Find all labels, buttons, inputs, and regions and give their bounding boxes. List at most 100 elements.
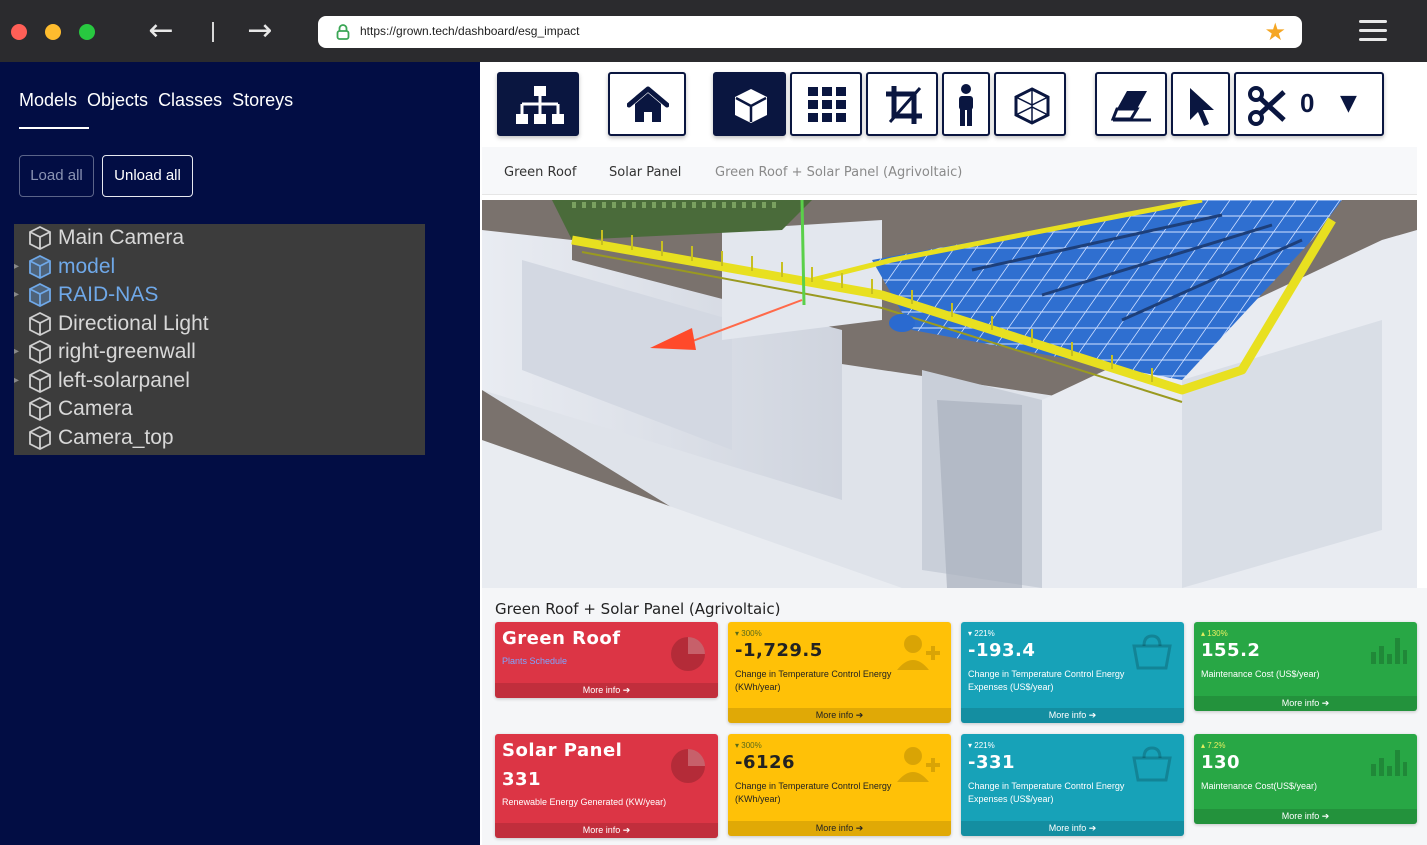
energy-expense-card: ▾ 221% -331 Change in Temperature Contro…	[961, 734, 1184, 836]
select-button[interactable]	[1171, 72, 1230, 136]
bookmark-star-icon[interactable]: ★	[1264, 18, 1286, 46]
tab-classes[interactable]: Classes	[158, 90, 222, 111]
card-title: Green Roof	[502, 628, 621, 649]
tree-item[interactable]: Camera_top	[14, 424, 425, 452]
more-info-link[interactable]: More info ➔	[728, 821, 951, 836]
more-info-link[interactable]: More info ➔	[961, 821, 1184, 836]
crop-button[interactable]	[866, 72, 938, 136]
tree-item-label: left-solarpanel	[58, 368, 190, 392]
percent-badge: ▾ 300%	[735, 629, 762, 638]
minimize-window-button[interactable]	[45, 24, 61, 40]
shopping-bag-icon	[1132, 634, 1172, 670]
card-description: Change in Temperature Control Energy Exp…	[968, 781, 1125, 804]
crop-icon	[886, 86, 922, 124]
unload-all-button[interactable]: Unload all	[102, 155, 193, 197]
energy-change-card: ▾ 300% -6126 Change in Temperature Contr…	[728, 734, 951, 836]
pie-chart-icon	[671, 749, 705, 783]
load-all-button[interactable]: Load all	[19, 155, 94, 197]
url-text: https://grown.tech/dashboard/esg_impact	[360, 24, 580, 38]
tree-item-label: Camera_top	[58, 425, 174, 449]
card-description: Maintenance Cost (US$/year)	[1201, 669, 1320, 679]
person-icon	[959, 84, 973, 126]
chevron-down-icon[interactable]: ▼	[1340, 91, 1357, 116]
wireframe-cube-icon	[1014, 87, 1050, 125]
card-value: 155.2	[1201, 640, 1261, 661]
cube-outline-icon	[29, 396, 51, 422]
tree-item[interactable]: Main Camera	[14, 224, 425, 252]
lock-icon	[336, 24, 350, 40]
tab-green-roof[interactable]: Green Roof	[504, 165, 576, 180]
percent-badge: ▾ 221%	[968, 629, 995, 638]
clipping-button[interactable]: 0 ▼	[1234, 72, 1384, 136]
tree-item[interactable]: ▸ model	[14, 253, 425, 281]
tree-item-label: RAID-NAS	[58, 283, 159, 306]
tab-storeys[interactable]: Storeys	[232, 90, 293, 111]
card-value: -331	[968, 752, 1016, 773]
3d-viewport[interactable]	[482, 200, 1417, 588]
plants-schedule-link[interactable]: Plants Schedule	[502, 656, 567, 666]
close-window-button[interactable]	[11, 24, 27, 40]
hierarchy-icon	[516, 86, 564, 124]
card-value: 130	[1201, 752, 1241, 773]
tree-item[interactable]: Directional Light	[14, 310, 425, 338]
card-description: Change in Temperature Control Energy Exp…	[968, 669, 1125, 692]
shopping-bag-icon	[1132, 746, 1172, 782]
solid-view-button[interactable]	[713, 72, 786, 136]
tree-item-label: Directional Light	[58, 311, 209, 335]
forward-arrow-icon[interactable]: →	[245, 16, 275, 46]
expand-caret-icon[interactable]: ▸	[14, 346, 19, 357]
clip-count: 0	[1300, 88, 1315, 118]
maximize-window-button[interactable]	[79, 24, 95, 40]
home-icon	[627, 86, 669, 122]
expand-caret-icon[interactable]: ▸	[14, 375, 19, 386]
back-arrow-icon[interactable]: ←	[146, 16, 176, 46]
address-bar[interactable]: https://grown.tech/dashboard/esg_impact …	[318, 16, 1302, 48]
scissors-icon	[1248, 86, 1286, 126]
tab-objects[interactable]: Objects	[87, 90, 148, 111]
expand-caret-icon[interactable]: ▸	[14, 261, 19, 272]
tree-item[interactable]: Camera	[14, 395, 425, 423]
cube-outline-icon	[29, 311, 51, 336]
cube-outline-icon	[29, 425, 51, 450]
more-info-link[interactable]: More info ➔	[1194, 809, 1417, 824]
hierarchy-button[interactable]	[497, 72, 579, 136]
tree-item[interactable]: ▸ left-solarpanel	[14, 367, 425, 395]
tab-agrivoltaic[interactable]: Green Roof + Solar Panel (Agrivoltaic)	[715, 165, 962, 180]
grid-view-button[interactable]	[790, 72, 862, 136]
card-description: Change in Temperature Control Energy (KW…	[735, 669, 892, 692]
more-info-link[interactable]: More info ➔	[1194, 696, 1417, 711]
section-title: Green Roof + Solar Panel (Agrivoltaic)	[495, 600, 781, 618]
tree-item-label: Main Camera	[58, 226, 185, 249]
sidebar-tabs: Models Objects Classes Storeys	[19, 90, 293, 111]
expand-caret-icon[interactable]: ▸	[14, 289, 19, 300]
tab-models[interactable]: Models	[19, 90, 77, 111]
card-title: Solar Panel	[502, 740, 623, 761]
tree-item[interactable]: ▸ right-greenwall	[14, 338, 425, 366]
user-plus-icon	[897, 635, 940, 670]
maintenance-cost-card: ▴ 130% 155.2 Maintenance Cost (US$/year)…	[1194, 622, 1417, 711]
nav-separator	[212, 22, 214, 42]
home-button[interactable]	[608, 72, 686, 136]
prefab-cube-icon	[29, 254, 51, 279]
tree-item[interactable]: ▸ RAID-NAS	[14, 281, 425, 309]
hamburger-menu-icon[interactable]	[1359, 20, 1387, 42]
scene-tree: Main Camera ▸ model ▸ RAID-NAS Directional Li…	[14, 224, 425, 455]
percent-badge: ▾ 221%	[968, 741, 995, 750]
esg-cards-section: Green Roof + Solar Panel (Agrivoltaic) G…	[482, 588, 1427, 845]
card-value: -6126	[735, 752, 796, 773]
more-info-link[interactable]: More info ➔	[495, 823, 718, 838]
energy-expense-card: ▾ 221% -193.4 Change in Temperature Cont…	[961, 622, 1184, 723]
card-value: -1,729.5	[735, 640, 823, 661]
tab-solar-panel[interactable]: Solar Panel	[609, 165, 681, 180]
person-view-button[interactable]	[942, 72, 990, 136]
eraser-button[interactable]	[1095, 72, 1167, 136]
tree-item-label: right-greenwall	[58, 340, 196, 363]
active-tab-underline	[19, 127, 89, 129]
more-info-link[interactable]: More info ➔	[495, 683, 718, 698]
more-info-link[interactable]: More info ➔	[961, 708, 1184, 723]
cube-icon	[735, 89, 767, 123]
more-info-link[interactable]: More info ➔	[728, 708, 951, 723]
card-value: 331	[502, 769, 542, 790]
green-roof-card: Green Roof Plants Schedule More info ➔	[495, 622, 718, 698]
wireframe-button[interactable]	[994, 72, 1066, 136]
